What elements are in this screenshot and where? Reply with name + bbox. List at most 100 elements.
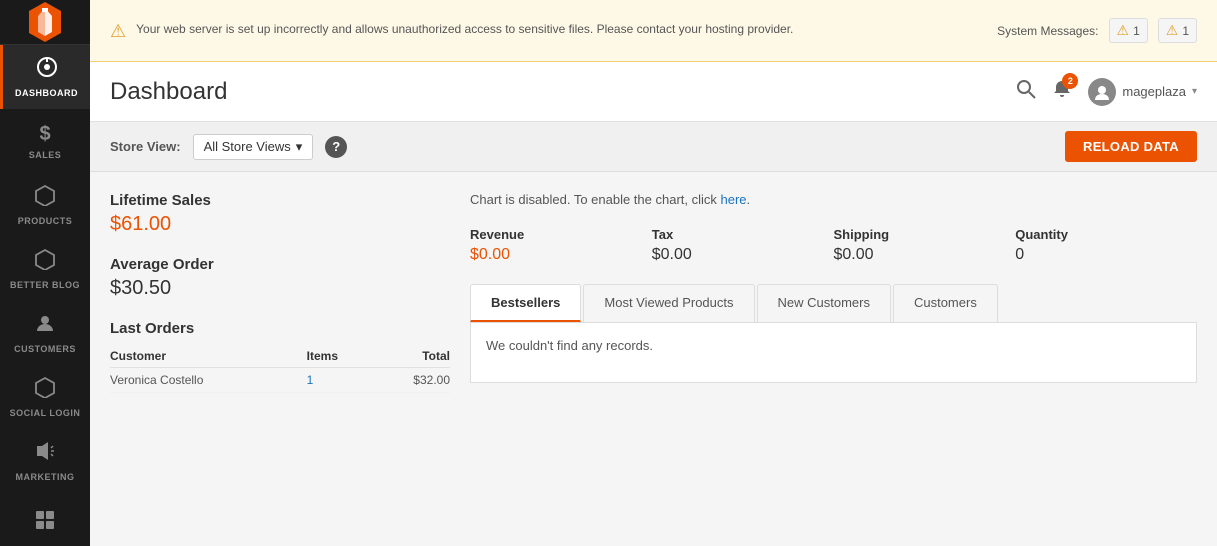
search-button[interactable]	[1016, 79, 1036, 104]
notification-count: 2	[1062, 73, 1078, 89]
sidebar: DASHBOARD $ SALES PRODUCTS BETTER BLOG C…	[0, 0, 90, 546]
lifetime-sales-section: Lifetime Sales $61.00	[110, 192, 450, 236]
badge-count-1: 1	[1133, 24, 1140, 38]
store-view-dropdown[interactable]: All Store Views ▾	[193, 134, 314, 160]
customers-icon	[34, 312, 56, 340]
better-blog-icon	[34, 248, 56, 276]
lifetime-sales-label: Lifetime Sales	[110, 192, 450, 209]
sidebar-item-label-social-login: SOCIAL LOGIN	[10, 408, 81, 418]
warning-icon-2: ⚠	[1166, 22, 1179, 39]
sidebar-logo	[0, 0, 90, 45]
last-orders-section: Last Orders Customer Items Total Veronic…	[110, 320, 450, 393]
orders-col-items: Items	[307, 345, 373, 368]
stat-tax-value: $0.00	[652, 246, 814, 264]
sidebar-item-social-login[interactable]: SOCIAL LOGIN	[0, 365, 90, 429]
warning-icon-1: ⚠	[1117, 22, 1130, 39]
sidebar-item-products[interactable]: PRODUCTS	[0, 173, 90, 237]
stat-quantity: Quantity 0	[1015, 227, 1197, 264]
no-records-text: We couldn't find any records.	[486, 338, 653, 353]
header-right: 2 mageplaza ▾	[1016, 78, 1197, 106]
tab-bestsellers[interactable]: Bestsellers	[470, 284, 581, 322]
page-title: Dashboard	[110, 78, 227, 106]
alert-warning-icon: ⚠	[110, 21, 126, 42]
average-order-value: $30.50	[110, 277, 450, 300]
sidebar-item-label-sales: SALES	[29, 150, 62, 160]
alert-text: Your web server is set up incorrectly an…	[136, 20, 793, 38]
sidebar-item-marketing[interactable]: MARKETING	[0, 429, 90, 493]
tab-customers[interactable]: Customers	[893, 284, 998, 322]
marketing-icon	[34, 440, 56, 468]
stat-shipping: Shipping $0.00	[834, 227, 1016, 264]
notifications-button[interactable]: 2	[1052, 79, 1072, 104]
system-messages: System Messages: ⚠ 1 ⚠ 1	[997, 18, 1197, 43]
sidebar-item-better-blog[interactable]: BETTER BLOG	[0, 237, 90, 301]
order-items-link[interactable]: 1	[307, 368, 373, 393]
social-login-icon	[34, 376, 56, 404]
right-panel: Chart is disabled. To enable the chart, …	[470, 192, 1197, 383]
dashboard-icon	[36, 56, 58, 84]
store-view-selected: All Store Views	[204, 139, 291, 154]
user-menu-chevron-icon: ▾	[1192, 86, 1197, 97]
sidebar-item-grid[interactable]	[0, 493, 90, 546]
tab-new-customers[interactable]: New Customers	[757, 284, 891, 322]
sidebar-item-label-marketing: MARKETING	[16, 472, 75, 482]
stat-quantity-value: 0	[1015, 246, 1177, 264]
orders-col-customer: Customer	[110, 345, 307, 368]
products-icon	[34, 184, 56, 212]
content-area: Store View: All Store Views ▾ ? Reload D…	[90, 122, 1217, 546]
tabs-container: Bestsellers Most Viewed Products New Cus…	[470, 284, 1197, 323]
store-view-left: Store View: All Store Views ▾ ?	[110, 134, 347, 160]
username-label: mageplaza	[1122, 84, 1186, 99]
chart-disabled-notice: Chart is disabled. To enable the chart, …	[470, 192, 1197, 207]
sales-icon: $	[39, 123, 50, 146]
stats-row: Revenue $0.00 Tax $0.00 Shipping $0.00 Q…	[470, 227, 1197, 264]
stat-revenue-label: Revenue	[470, 227, 632, 242]
chart-enable-link[interactable]: here	[721, 192, 747, 207]
alert-left: ⚠ Your web server is set up incorrectly …	[110, 20, 997, 42]
orders-table: Customer Items Total Veronica Costello 1…	[110, 345, 450, 393]
stat-revenue-value: $0.00	[470, 246, 632, 264]
tab-content: We couldn't find any records.	[470, 323, 1197, 383]
dashboard-grid: Lifetime Sales $61.00 Average Order $30.…	[90, 172, 1217, 413]
lifetime-sales-value: $61.00	[110, 213, 450, 236]
main-content: ⚠ Your web server is set up incorrectly …	[90, 0, 1217, 546]
store-view-bar: Store View: All Store Views ▾ ? Reload D…	[90, 122, 1217, 172]
average-order-section: Average Order $30.50	[110, 256, 450, 300]
top-header: Dashboard 2 mageplaza ▾	[90, 62, 1217, 122]
chart-disabled-text: Chart is disabled. To enable the chart, …	[470, 192, 721, 207]
user-avatar	[1088, 78, 1116, 106]
sidebar-item-customers[interactable]: CUSTOMERS	[0, 301, 90, 365]
store-view-label: Store View:	[110, 139, 181, 154]
stat-tax: Tax $0.00	[652, 227, 834, 264]
store-view-chevron-icon: ▾	[296, 139, 303, 155]
sidebar-item-label-dashboard: DASHBOARD	[15, 88, 78, 98]
system-messages-label: System Messages:	[997, 24, 1098, 38]
table-row: Veronica Costello 1 $32.00	[110, 368, 450, 393]
chart-disabled-suffix: .	[747, 192, 751, 207]
sidebar-item-label-products: PRODUCTS	[18, 216, 73, 226]
left-panel: Lifetime Sales $61.00 Average Order $30.…	[110, 192, 470, 393]
orders-col-total: Total	[373, 345, 450, 368]
stat-tax-label: Tax	[652, 227, 814, 242]
stat-revenue: Revenue $0.00	[470, 227, 652, 264]
order-total: $32.00	[373, 368, 450, 393]
system-message-badge-2[interactable]: ⚠ 1	[1158, 18, 1197, 43]
tab-most-viewed[interactable]: Most Viewed Products	[583, 284, 754, 322]
sidebar-item-label-better-blog: BETTER BLOG	[10, 280, 80, 290]
help-button[interactable]: ?	[325, 136, 347, 158]
order-customer-name: Veronica Costello	[110, 368, 307, 393]
stat-shipping-label: Shipping	[834, 227, 996, 242]
stat-quantity-label: Quantity	[1015, 227, 1177, 242]
reload-data-button[interactable]: Reload Data	[1065, 131, 1197, 162]
sidebar-item-dashboard[interactable]: DASHBOARD	[0, 45, 90, 109]
average-order-label: Average Order	[110, 256, 450, 273]
system-message-badge-1[interactable]: ⚠ 1	[1109, 18, 1148, 43]
sidebar-item-label-customers: CUSTOMERS	[14, 344, 76, 354]
grid-icon	[34, 509, 56, 537]
magento-logo-icon	[23, 0, 67, 44]
user-menu[interactable]: mageplaza ▾	[1088, 78, 1197, 106]
stat-shipping-value: $0.00	[834, 246, 996, 264]
sidebar-item-sales[interactable]: $ SALES	[0, 109, 90, 173]
last-orders-title: Last Orders	[110, 320, 450, 337]
alert-banner: ⚠ Your web server is set up incorrectly …	[90, 0, 1217, 62]
